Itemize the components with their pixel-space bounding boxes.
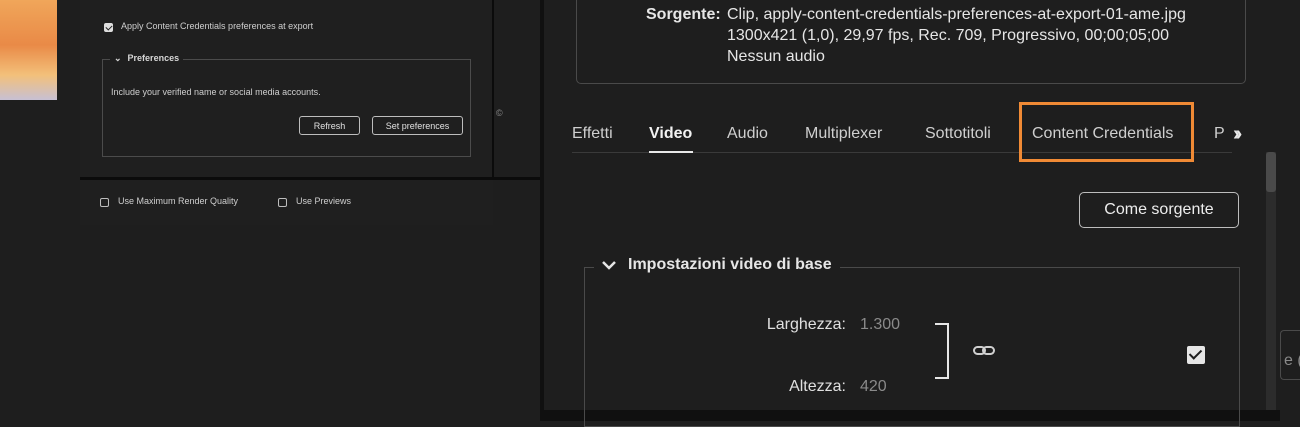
partial-glyph: © (496, 108, 503, 118)
max-render-quality-label: Use Maximum Render Quality (118, 196, 239, 206)
scrollbar-thumb[interactable] (1266, 152, 1276, 192)
tab-sottotitoli[interactable]: Sottotitoli (925, 125, 991, 143)
tab-multiplexer[interactable]: Multiplexer (805, 125, 882, 143)
preferences-description: Include your verified name or social med… (111, 87, 321, 97)
chevron-down-icon (602, 260, 616, 270)
tab-video[interactable]: Video (649, 125, 692, 143)
height-label: Altezza: (789, 378, 846, 395)
tab-partial[interactable]: P (1214, 125, 1225, 143)
chain-link-icon[interactable] (972, 342, 996, 360)
aspect-link-bracket (935, 323, 949, 379)
content-credentials-highlight (1019, 102, 1194, 162)
width-label: Larghezza: (766, 316, 846, 333)
match-source-button[interactable]: Come sorgente (1079, 192, 1239, 228)
use-previews-checkbox[interactable] (278, 198, 287, 207)
preferences-legend-label: Preferences (127, 53, 180, 63)
width-field[interactable]: 1.300 (860, 316, 900, 334)
source-line-3: Nessun audio (727, 48, 825, 65)
set-preferences-button[interactable]: Set preferences (372, 116, 463, 135)
source-label: Sorgente: (646, 6, 721, 23)
tab-audio[interactable]: Audio (727, 125, 768, 143)
panel-border (492, 0, 494, 177)
active-tab-indicator (649, 151, 693, 153)
source-line-2: 1300x421 (1,0), 29,97 fps, Rec. 709, Pro… (727, 27, 1170, 44)
thumbnail-image (0, 0, 57, 100)
tabs-overflow-icon[interactable]: ›› (1233, 123, 1243, 146)
panel-divider (80, 177, 575, 180)
max-render-quality-checkbox[interactable] (100, 198, 109, 207)
tab-effetti[interactable]: Effetti (572, 125, 613, 143)
apply-credentials-label: Apply Content Credentials preferences at… (121, 21, 314, 31)
basic-video-settings-label: Impostazioni video di base (628, 256, 832, 273)
basic-video-settings-group (584, 267, 1240, 427)
adjacent-panel-text: e (C (1284, 352, 1300, 369)
preferences-legend[interactable]: ⌄ Preferences (110, 53, 184, 64)
refresh-button[interactable]: Refresh (299, 116, 360, 135)
apply-credentials-checkbox[interactable] (104, 23, 113, 32)
height-field[interactable]: 420 (860, 378, 887, 396)
basic-video-settings-header[interactable]: Impostazioni video di base (594, 256, 840, 274)
use-previews-label: Use Previews (296, 196, 352, 206)
preferences-group (102, 59, 471, 157)
source-line-1: Clip, apply-content-credentials-preferen… (727, 6, 1186, 23)
basic-video-checkbox[interactable] (1187, 346, 1205, 364)
chevron-down-icon: ⌄ (114, 53, 122, 63)
panel-edge (540, 0, 544, 421)
